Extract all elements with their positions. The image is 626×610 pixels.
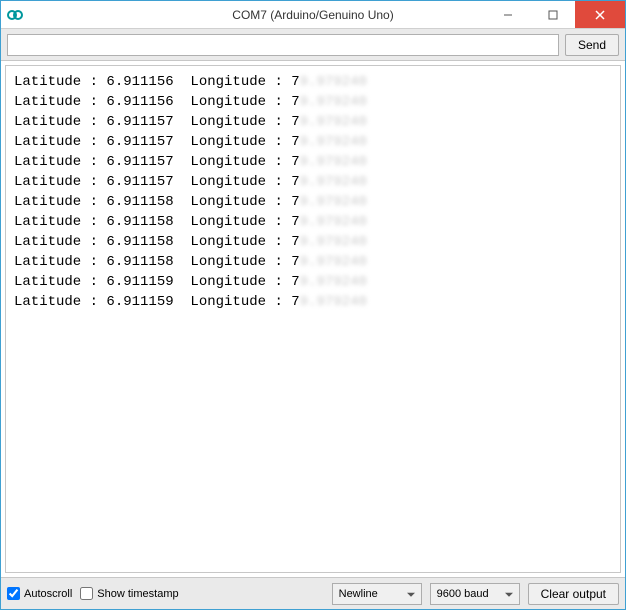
output-text-blurred: 9.979240 (300, 272, 367, 292)
window-title: COM7 (Arduino/Genuino Uno) (232, 8, 393, 22)
titlebar: COM7 (Arduino/Genuino Uno) (1, 1, 625, 29)
output-line: Latitude : 6.911157 Longitude : 79.97924… (14, 112, 612, 132)
output-text-blurred: 9.979240 (300, 232, 367, 252)
output-text: Latitude : 6.911157 Longitude : 7 (14, 132, 300, 152)
close-button[interactable] (575, 1, 625, 28)
output-line: Latitude : 6.911157 Longitude : 79.97924… (14, 132, 612, 152)
output-line: Latitude : 6.911157 Longitude : 79.97924… (14, 172, 612, 192)
output-text: Latitude : 6.911157 Longitude : 7 (14, 152, 300, 172)
output-text-blurred: 9.979240 (300, 132, 367, 152)
timestamp-checkbox[interactable]: Show timestamp (80, 587, 178, 600)
output-text-blurred: 9.979240 (300, 192, 367, 212)
output-text: Latitude : 6.911158 Longitude : 7 (14, 212, 300, 232)
maximize-button[interactable] (530, 1, 575, 28)
output-line: Latitude : 6.911158 Longitude : 79.97924… (14, 232, 612, 252)
baud-select[interactable]: 9600 baud (430, 583, 520, 605)
toolbar: Send (1, 29, 625, 61)
output-text: Latitude : 6.911157 Longitude : 7 (14, 112, 300, 132)
output-text: Latitude : 6.911156 Longitude : 7 (14, 72, 300, 92)
output-line: Latitude : 6.911159 Longitude : 79.97924… (14, 292, 612, 312)
output-text: Latitude : 6.911159 Longitude : 7 (14, 292, 300, 312)
autoscroll-input[interactable] (7, 587, 20, 600)
output-text-blurred: 9.979240 (300, 92, 367, 112)
send-button[interactable]: Send (565, 34, 619, 56)
output-text-blurred: 9.979240 (300, 252, 367, 272)
output-line: Latitude : 6.911159 Longitude : 79.97924… (14, 272, 612, 292)
output-line: Latitude : 6.911158 Longitude : 79.97924… (14, 252, 612, 272)
output-line: Latitude : 6.911156 Longitude : 79.97924… (14, 72, 612, 92)
output-text-blurred: 9.979240 (300, 172, 367, 192)
output-text-blurred: 9.979240 (300, 112, 367, 132)
output-line: Latitude : 6.911156 Longitude : 79.97924… (14, 92, 612, 112)
line-ending-select[interactable]: Newline (332, 583, 422, 605)
output-line: Latitude : 6.911158 Longitude : 79.97924… (14, 192, 612, 212)
clear-output-button[interactable]: Clear output (528, 583, 619, 605)
output-text: Latitude : 6.911159 Longitude : 7 (14, 272, 300, 292)
output-text-blurred: 9.979240 (300, 72, 367, 92)
output-line: Latitude : 6.911158 Longitude : 79.97924… (14, 212, 612, 232)
arduino-icon (7, 7, 23, 23)
output-text-blurred: 9.979240 (300, 292, 367, 312)
output-line: Latitude : 6.911157 Longitude : 79.97924… (14, 152, 612, 172)
output-text: Latitude : 6.911158 Longitude : 7 (14, 192, 300, 212)
statusbar: Autoscroll Show timestamp Newline 9600 b… (1, 577, 625, 609)
minimize-button[interactable] (485, 1, 530, 28)
output-text: Latitude : 6.911156 Longitude : 7 (14, 92, 300, 112)
autoscroll-label: Autoscroll (24, 588, 72, 600)
window-controls (485, 1, 625, 28)
timestamp-input[interactable] (80, 587, 93, 600)
serial-input[interactable] (7, 34, 559, 56)
output-text: Latitude : 6.911158 Longitude : 7 (14, 232, 300, 252)
output-text: Latitude : 6.911157 Longitude : 7 (14, 172, 300, 192)
serial-output[interactable]: Latitude : 6.911156 Longitude : 79.97924… (5, 65, 621, 573)
timestamp-label: Show timestamp (97, 588, 178, 600)
autoscroll-checkbox[interactable]: Autoscroll (7, 587, 72, 600)
output-text-blurred: 9.979240 (300, 152, 367, 172)
output-text: Latitude : 6.911158 Longitude : 7 (14, 252, 300, 272)
output-text-blurred: 9.979240 (300, 212, 367, 232)
